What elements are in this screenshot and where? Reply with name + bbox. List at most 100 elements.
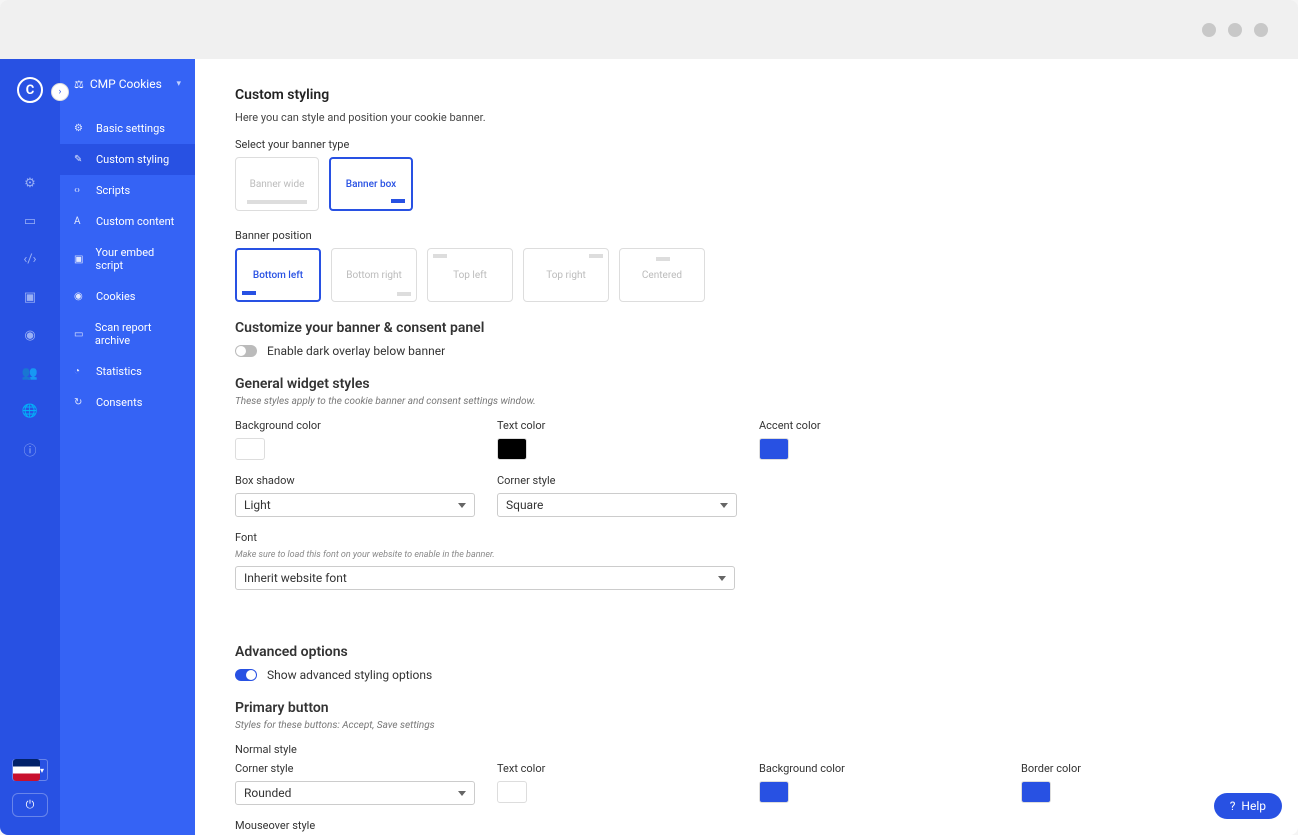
sidebar-item-basic[interactable]: ⚙Basic settings xyxy=(60,113,195,144)
nav-icon[interactable]: ⚙ xyxy=(22,175,38,191)
help-icon: ? xyxy=(1230,799,1236,813)
card-label: Banner wide xyxy=(250,179,305,190)
sidebar: ⚖ CMP Cookies ▾ ⚙Basic settings ✎Custom … xyxy=(60,59,195,835)
bg-color-label: Background color xyxy=(759,762,1019,775)
sidebar-item-label: Scan report archive xyxy=(95,321,181,347)
pos-bottom-left[interactable]: Bottom left xyxy=(235,248,321,302)
sidebar-item-styling[interactable]: ✎Custom styling xyxy=(60,144,195,175)
banner-type-label: Select your banner type xyxy=(235,138,1258,151)
sidebar-item-label: Scripts xyxy=(96,184,130,197)
sidebar-title: CMP Cookies xyxy=(90,77,162,91)
text-color-label: Text color xyxy=(497,762,757,775)
card-label: Top right xyxy=(546,270,586,281)
card-label: Bottom right xyxy=(346,270,402,281)
general-desc: These styles apply to the cookie banner … xyxy=(235,396,1258,407)
text-color-swatch[interactable] xyxy=(497,438,527,460)
card-label: Top left xyxy=(453,270,487,281)
gear-icon: ⚙ xyxy=(74,123,86,134)
sidebar-item-scripts[interactable]: ‹› Scripts xyxy=(60,175,195,206)
dark-overlay-toggle[interactable] xyxy=(235,345,257,357)
corner-style-select[interactable]: Square xyxy=(497,493,737,517)
sidebar-header[interactable]: ⚖ CMP Cookies ▾ xyxy=(60,77,195,113)
app-logo: C xyxy=(17,77,43,103)
text-color-label: Text color xyxy=(497,419,757,432)
titlebar xyxy=(0,0,1298,59)
accent-color-label: Accent color xyxy=(759,419,1019,432)
help-label: Help xyxy=(1241,799,1266,813)
pos-centered[interactable]: Centered xyxy=(619,248,705,302)
accent-color-swatch[interactable] xyxy=(759,438,789,460)
sidebar-item-consents[interactable]: ↻Consents xyxy=(60,387,195,418)
font-select[interactable]: Inherit website font xyxy=(235,566,735,590)
nav-icon[interactable]: ▣ xyxy=(22,289,38,305)
font-label: Font xyxy=(235,531,1258,544)
page-title: Custom styling xyxy=(235,87,1258,103)
main-content: Custom styling Here you can style and po… xyxy=(195,59,1298,835)
primary-desc: Styles for these buttons: Accept, Save s… xyxy=(235,720,1258,731)
advanced-label: Show advanced styling options xyxy=(267,668,432,682)
primary-bg-swatch[interactable] xyxy=(759,781,789,803)
sidebar-item-label: Custom styling xyxy=(96,153,169,166)
advanced-toggle[interactable] xyxy=(235,669,257,681)
embed-icon: ▣ xyxy=(74,254,86,265)
help-button[interactable]: ? Help xyxy=(1214,793,1282,819)
sidebar-item-label: Consents xyxy=(96,396,142,409)
language-selector[interactable] xyxy=(12,759,48,781)
box-shadow-select[interactable]: Light xyxy=(235,493,475,517)
nav-icon[interactable]: ▭ xyxy=(22,213,38,229)
nav-icon[interactable]: ◉ xyxy=(22,327,38,343)
text-icon: A xyxy=(74,216,86,227)
mouseover-style-label: Mouseover style xyxy=(235,819,1258,832)
banner-pos-label: Banner position xyxy=(235,229,1258,242)
select-value: Rounded xyxy=(244,786,291,800)
window-dot xyxy=(1254,23,1268,37)
sidebar-item-cookies[interactable]: ◉ Cookies xyxy=(60,281,195,312)
flag-uk-icon xyxy=(13,759,40,781)
nav-icon[interactable]: ⓘ xyxy=(22,441,38,457)
corner-label: Corner style xyxy=(235,762,495,775)
pos-bottom-right[interactable]: Bottom right xyxy=(331,248,417,302)
advanced-title: Advanced options xyxy=(235,644,1258,660)
sidebar-item-embed[interactable]: ▣Your embed script xyxy=(60,237,195,281)
select-value: Inherit website font xyxy=(244,571,347,585)
sidebar-item-stats[interactable]: ◔Statistics xyxy=(60,356,195,387)
card-label: Bottom left xyxy=(253,270,303,281)
icon-rail: C › ⚙ ▭ ‹/› ▣ ◉ 👥 🌐 ⓘ ⏻ xyxy=(0,59,60,835)
border-color-label: Border color xyxy=(1021,762,1281,775)
page-desc: Here you can style and position your coo… xyxy=(235,111,1258,124)
code-icon: ‹› xyxy=(74,185,86,196)
primary-border-swatch[interactable] xyxy=(1021,781,1051,803)
archive-icon: ▭ xyxy=(74,329,85,340)
bg-color-swatch[interactable] xyxy=(235,438,265,460)
primary-corner-select[interactable]: Rounded xyxy=(235,781,475,805)
window-dot xyxy=(1228,23,1242,37)
power-button[interactable]: ⏻ xyxy=(12,793,48,817)
sidebar-toggle[interactable]: › xyxy=(51,83,69,101)
nav-icon[interactable]: 👥 xyxy=(22,365,38,381)
cookies-icon: ⚖ xyxy=(74,78,84,91)
card-label: Centered xyxy=(642,270,682,281)
dark-overlay-label: Enable dark overlay below banner xyxy=(267,344,445,358)
font-hint: Make sure to load this font on your webs… xyxy=(235,550,1258,560)
chart-icon: ◔ xyxy=(74,366,86,377)
select-value: Light xyxy=(244,498,271,512)
nav-icon[interactable]: 🌐 xyxy=(22,403,38,419)
chevron-down-icon: ▾ xyxy=(176,79,181,89)
pos-top-right[interactable]: Top right xyxy=(523,248,609,302)
bg-color-label: Background color xyxy=(235,419,495,432)
banner-type-wide[interactable]: Banner wide xyxy=(235,157,319,211)
corner-style-label: Corner style xyxy=(497,474,757,487)
nav-icon[interactable]: ‹/› xyxy=(22,251,38,267)
sidebar-item-content[interactable]: ACustom content xyxy=(60,206,195,237)
cookie-icon: ◉ xyxy=(74,291,86,302)
sidebar-item-archive[interactable]: ▭ Scan report archive xyxy=(60,312,195,356)
select-value: Square xyxy=(506,498,543,512)
primary-title: Primary button xyxy=(235,700,1258,716)
normal-style-label: Normal style xyxy=(235,743,1258,756)
banner-type-box[interactable]: Banner box xyxy=(329,157,413,211)
sidebar-item-label: Cookies xyxy=(96,290,135,303)
customize-title: Customize your banner & consent panel xyxy=(235,320,1258,336)
card-label: Banner box xyxy=(346,179,396,190)
primary-text-swatch[interactable] xyxy=(497,781,527,803)
pos-top-left[interactable]: Top left xyxy=(427,248,513,302)
